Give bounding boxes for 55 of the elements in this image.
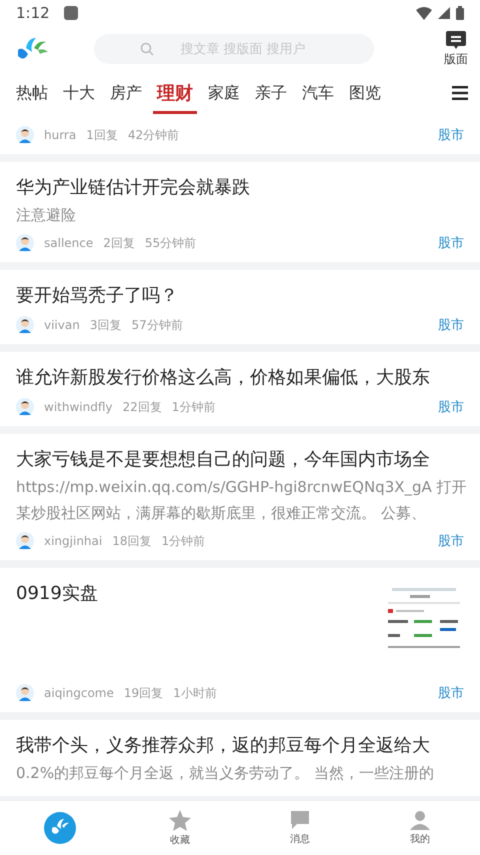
post-title[interactable]: 华为产业链估计开完会就暴跌 [16,174,464,202]
status-time: 1:12 [16,4,50,22]
post-title[interactable]: 大家亏钱是不是要想想自己的问题，今年国内市场全 [16,446,464,474]
battery-icon [456,6,464,20]
nav-label[interactable]: 消息 [290,832,310,846]
reply-count: 3回复 [90,316,122,334]
home-logo-icon[interactable] [44,812,76,844]
star-icon[interactable] [169,810,191,830]
avatar-icon[interactable] [16,398,34,416]
post-excerpt: 注意避险 [16,205,77,226]
category-tab[interactable]: 热帖 [12,72,52,114]
board-tag[interactable]: 股市 [438,126,464,144]
board-label[interactable]: 版面 [444,51,468,68]
nav-label[interactable]: 收藏 [170,832,190,846]
board-icon[interactable] [445,30,467,50]
category-tab[interactable]: 汽车 [298,72,338,114]
post-title[interactable]: 要开始骂秃子了吗？ [16,282,464,310]
post-time: 1分钟前 [172,398,216,416]
post-time: 1分钟前 [162,532,206,550]
board-tag[interactable]: 股市 [438,684,464,702]
reply-count: 2回复 [103,234,135,252]
post-time: 57分钟前 [131,316,183,334]
category-tab[interactable]: 十大 [59,72,99,114]
post-excerpt: https://mp.weixin.qq.com/s/GGHP-hgi8rcnwEQNq3X_gA 打开 [16,477,464,498]
post-time: 42分钟前 [128,126,180,144]
post-title[interactable]: 我带个头，义务推荐众邦，返的邦豆每个月全返给大 [16,732,464,760]
reply-count: 18回复 [112,532,152,550]
post-title[interactable]: 0919实盘 [16,580,376,608]
nav-label[interactable]: 我的 [410,832,430,846]
board-tag[interactable]: 股市 [438,316,464,334]
notification-icon [64,6,78,20]
avatar-icon[interactable] [16,532,34,550]
post-time: 1小时前 [173,684,217,702]
reply-count: 1回复 [86,126,118,144]
category-tab[interactable]: 图览 [345,72,385,114]
category-tab[interactable]: 亲子 [251,72,291,114]
post-time: 55分钟前 [144,234,196,252]
category-tab[interactable]: 房产 [106,72,146,114]
avatar-icon[interactable] [16,234,34,252]
avatar-icon[interactable] [16,126,34,144]
reply-count: 19回复 [124,684,164,702]
avatar-icon[interactable] [16,684,34,702]
board-tag[interactable]: 股市 [438,234,464,252]
signal-icon [438,7,450,19]
post-title[interactable]: 谁允许新股发行价格这么高，价格如果偏低，大股东 [16,364,464,392]
post-excerpt: 某炒股社区网站，满屏幕的歇斯底里，很难正常交流。 公募、 [16,503,427,524]
board-tag[interactable]: 股市 [438,398,464,416]
reply-count: 22回复 [122,398,162,416]
search-icon [140,42,154,56]
board-tag[interactable]: 股市 [438,532,464,550]
menu-icon[interactable] [452,86,468,100]
avatar-icon[interactable] [16,316,34,334]
category-tab[interactable]: 家庭 [204,72,244,114]
wifi-icon [416,6,432,20]
post-excerpt: 0.2%的邦豆每个月全返，就当义务劳动了。 当然，一些注册的 [16,763,435,784]
